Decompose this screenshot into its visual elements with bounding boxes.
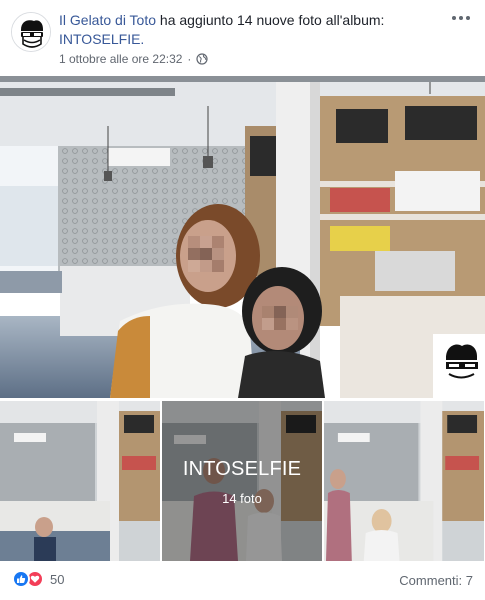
album-thumbnails: INTOSELFIE 14 foto — [0, 401, 485, 561]
album-link[interactable]: INTOSELFIE. — [59, 31, 144, 47]
comments-count-link[interactable]: Commenti: 7 — [399, 573, 473, 588]
like-icon — [12, 570, 30, 588]
selfie-photo-image — [0, 76, 485, 398]
album-title: INTOSELFIE — [182, 457, 302, 480]
post-footer: 50 Commenti: 7 — [0, 566, 485, 596]
feed-post: Il Gelato di Toto ha aggiunto 14 nuove f… — [0, 0, 485, 600]
post-meta: 1 ottobre alle ore 22:32 · — [59, 51, 209, 67]
page-name-link[interactable]: Il Gelato di Toto — [59, 12, 156, 28]
gelateria-photo-image — [324, 401, 484, 561]
more-options-icon[interactable] — [449, 10, 473, 26]
album-photo-thumb[interactable] — [0, 401, 160, 561]
meta-separator: · — [187, 52, 192, 66]
reactions-summary[interactable]: 50 — [12, 570, 64, 588]
more-dot — [452, 16, 456, 20]
album-photo-count: 14 foto — [222, 490, 262, 506]
reaction-count: 50 — [50, 571, 65, 587]
post-header: Il Gelato di Toto ha aggiunto 14 nuove f… — [0, 0, 485, 72]
post-action-text: ha aggiunto 14 nuove foto all'album: — [156, 12, 385, 28]
toto-logo-icon — [12, 13, 50, 51]
gelateria-photo-image — [0, 401, 160, 561]
globe-icon[interactable] — [196, 53, 209, 65]
post-timestamp[interactable]: 1 ottobre alle ore 22:32 — [59, 51, 182, 67]
album-photo-thumb[interactable] — [324, 401, 485, 561]
album-overlay[interactable]: INTOSELFIE 14 foto — [162, 401, 322, 561]
post-headline: Il Gelato di Toto ha aggiunto 14 nuove f… — [59, 11, 439, 49]
album-photo-main[interactable] — [0, 76, 485, 398]
more-dot — [459, 16, 463, 20]
more-dot — [466, 16, 470, 20]
page-avatar[interactable] — [11, 12, 51, 52]
